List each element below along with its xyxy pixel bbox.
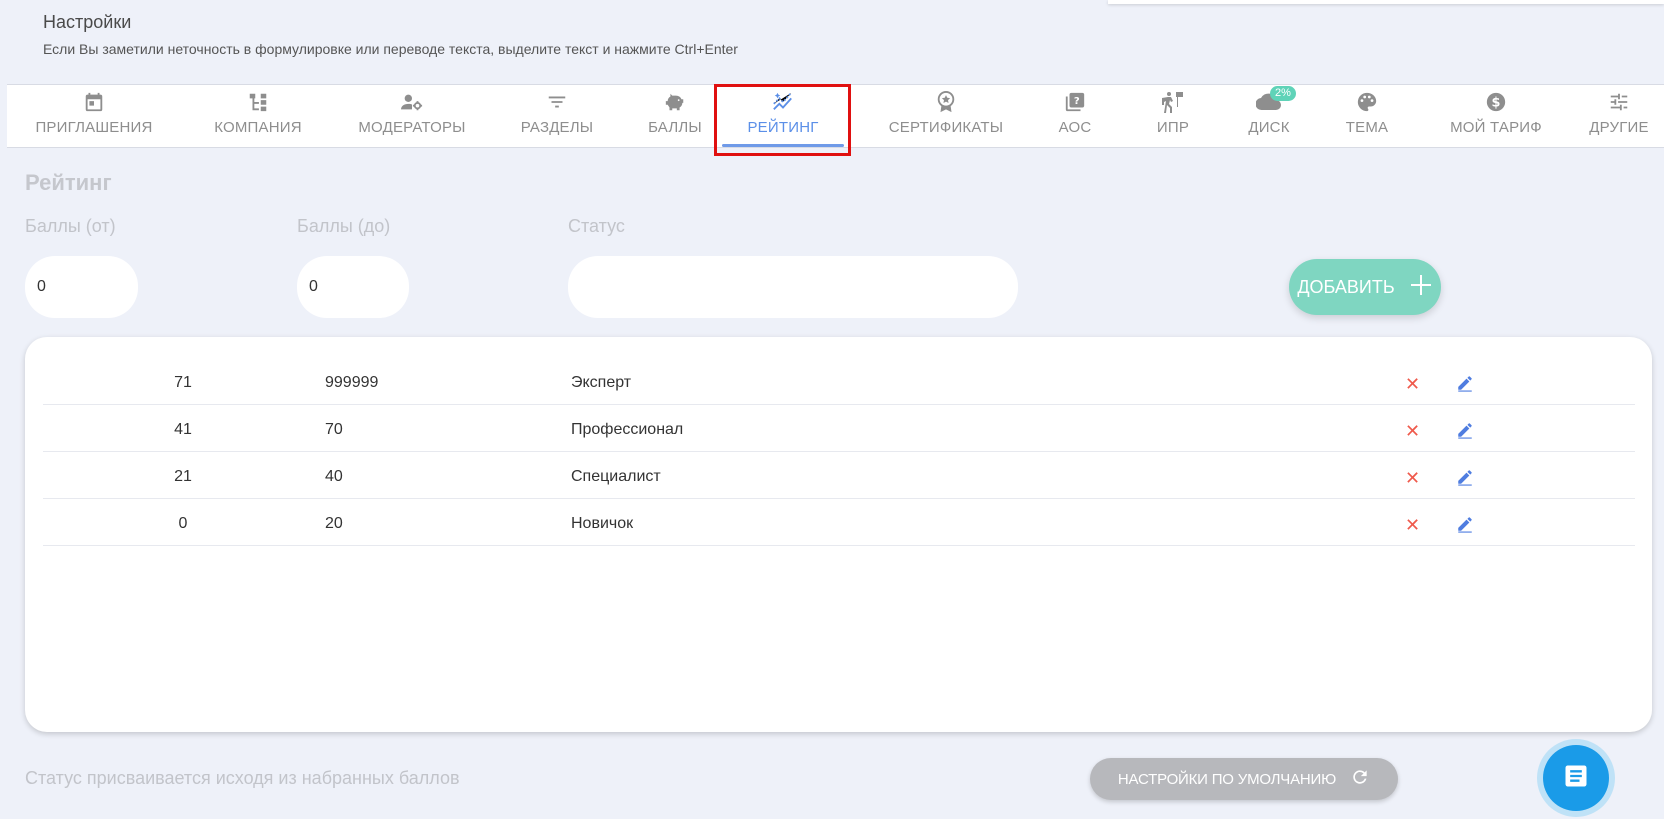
delete-icon[interactable]: ✕ — [1405, 374, 1420, 395]
row-points-to: 20 — [325, 515, 343, 532]
status-input[interactable] — [568, 256, 1018, 318]
row-points-to: 999999 — [325, 374, 379, 391]
notes-icon — [1562, 762, 1590, 795]
edit-icon[interactable] — [1456, 421, 1474, 444]
tab-label: БАЛЛЫ — [648, 119, 702, 136]
points-to-label: Баллы (до) — [297, 216, 391, 236]
award-icon — [935, 89, 957, 115]
top-panel-edge — [1108, 0, 1664, 4]
points-from-label: Баллы (от) — [25, 216, 116, 236]
footer-note: Статус присваивается исходя из набранных… — [25, 768, 460, 788]
section-title: Рейтинг — [25, 170, 112, 195]
quiz-icon: ? — [1064, 89, 1086, 115]
row-status: Эксперт — [571, 374, 632, 391]
add-button[interactable]: ДОБАВИТЬ — [1289, 259, 1441, 315]
edit-icon[interactable] — [1456, 374, 1474, 397]
tab-label: ПРИГЛАШЕНИЯ — [35, 119, 153, 136]
tab-aos[interactable]: ? АОС — [1045, 85, 1105, 147]
tab-other[interactable]: ДРУГИЕ — [1579, 85, 1659, 147]
tab-my-tariff[interactable]: $ МОЙ ТАРИФ — [1431, 85, 1561, 147]
edit-icon[interactable] — [1456, 468, 1474, 491]
tab-label: МОДЕРАТОРЫ — [358, 119, 466, 136]
tab-disk[interactable]: 2% ДИСК — [1229, 85, 1309, 147]
tab-label: КОМПАНИЯ — [214, 119, 302, 136]
tab-label: ДИСК — [1248, 119, 1290, 136]
tab-company[interactable]: КОМПАНИЯ — [203, 85, 313, 147]
delete-icon[interactable]: ✕ — [1405, 468, 1420, 489]
row-status: Профессионал — [571, 421, 684, 438]
sliders-icon — [1608, 89, 1630, 115]
tab-label: МОЙ ТАРИФ — [1450, 119, 1542, 136]
svg-text:?: ? — [1074, 96, 1080, 107]
table-row: 0 20 Новичок ✕ — [43, 498, 1635, 546]
delete-icon[interactable]: ✕ — [1405, 421, 1420, 442]
row-points-from: 41 — [174, 421, 192, 438]
table-row: 21 40 Специалист ✕ — [43, 451, 1635, 499]
add-button-label: ДОБАВИТЬ — [1297, 276, 1395, 297]
points-to-input[interactable] — [297, 256, 409, 318]
row-status: Новичок — [571, 515, 634, 532]
page-header: Настройки Если Вы заметили неточность в … — [43, 12, 738, 57]
tab-label: ТЕМА — [1345, 119, 1389, 136]
tab-certificates[interactable]: СЕРТИФИКАТЫ — [871, 85, 1021, 147]
tab-label: ИПР — [1156, 119, 1190, 136]
tab-label: РАЗДЕЛЫ — [520, 119, 594, 136]
row-points-to: 40 — [325, 468, 343, 485]
table-row: 41 70 Профессионал ✕ — [43, 404, 1635, 452]
status-label: Статус — [568, 216, 625, 236]
tab-label: СЕРТИФИКАТЫ — [888, 119, 1004, 136]
page-hint: Если Вы заметили неточность в формулиров… — [43, 41, 738, 57]
chat-fab-button[interactable] — [1543, 745, 1609, 811]
palette-icon — [1356, 89, 1378, 115]
page-title: Настройки — [43, 12, 132, 32]
row-points-from: 21 — [174, 468, 192, 485]
reset-defaults-button[interactable]: НАСТРОЙКИ ПО УМОЛЧАНИЮ — [1090, 758, 1398, 800]
tab-theme[interactable]: ТЕМА — [1332, 85, 1402, 147]
dollar-icon: $ — [1485, 89, 1507, 115]
points-from-input[interactable] — [25, 256, 138, 318]
tab-label: АОС — [1058, 119, 1092, 136]
tab-sections[interactable]: РАЗДЕЛЫ — [512, 85, 602, 147]
svg-text:$: $ — [1492, 96, 1501, 111]
edit-icon[interactable] — [1456, 515, 1474, 538]
row-points-to: 70 — [325, 421, 343, 438]
piggy-bank-icon — [663, 89, 687, 115]
table-row: 71 999999 Эксперт ✕ — [43, 357, 1635, 405]
org-structure-icon — [247, 89, 269, 115]
calendar-icon — [83, 89, 105, 115]
disk-usage-badge: 2% — [1270, 86, 1296, 101]
highlight-annotation — [714, 84, 851, 156]
steps-icon — [1161, 89, 1185, 115]
filter-icon — [546, 89, 568, 115]
tab-moderators[interactable]: МОДЕРАТОРЫ — [347, 85, 477, 147]
refresh-icon — [1350, 767, 1370, 791]
row-status: Специалист — [571, 468, 661, 485]
rating-table: 71 999999 Эксперт ✕ 41 70 Профессионал ✕… — [25, 337, 1652, 732]
tab-points[interactable]: БАЛЛЫ — [635, 85, 715, 147]
delete-icon[interactable]: ✕ — [1405, 515, 1420, 536]
row-points-from: 0 — [178, 515, 188, 532]
tab-ipr[interactable]: ИПР — [1138, 85, 1208, 147]
user-gear-icon — [400, 89, 424, 115]
tab-label: ДРУГИЕ — [1589, 119, 1649, 136]
reset-defaults-label: НАСТРОЙКИ ПО УМОЛЧАНИЮ — [1117, 770, 1337, 788]
row-points-from: 71 — [174, 374, 192, 391]
tab-invitations[interactable]: ПРИГЛАШЕНИЯ — [29, 85, 159, 147]
plus-icon — [1409, 273, 1433, 302]
cloud-icon: 2% — [1256, 86, 1296, 115]
